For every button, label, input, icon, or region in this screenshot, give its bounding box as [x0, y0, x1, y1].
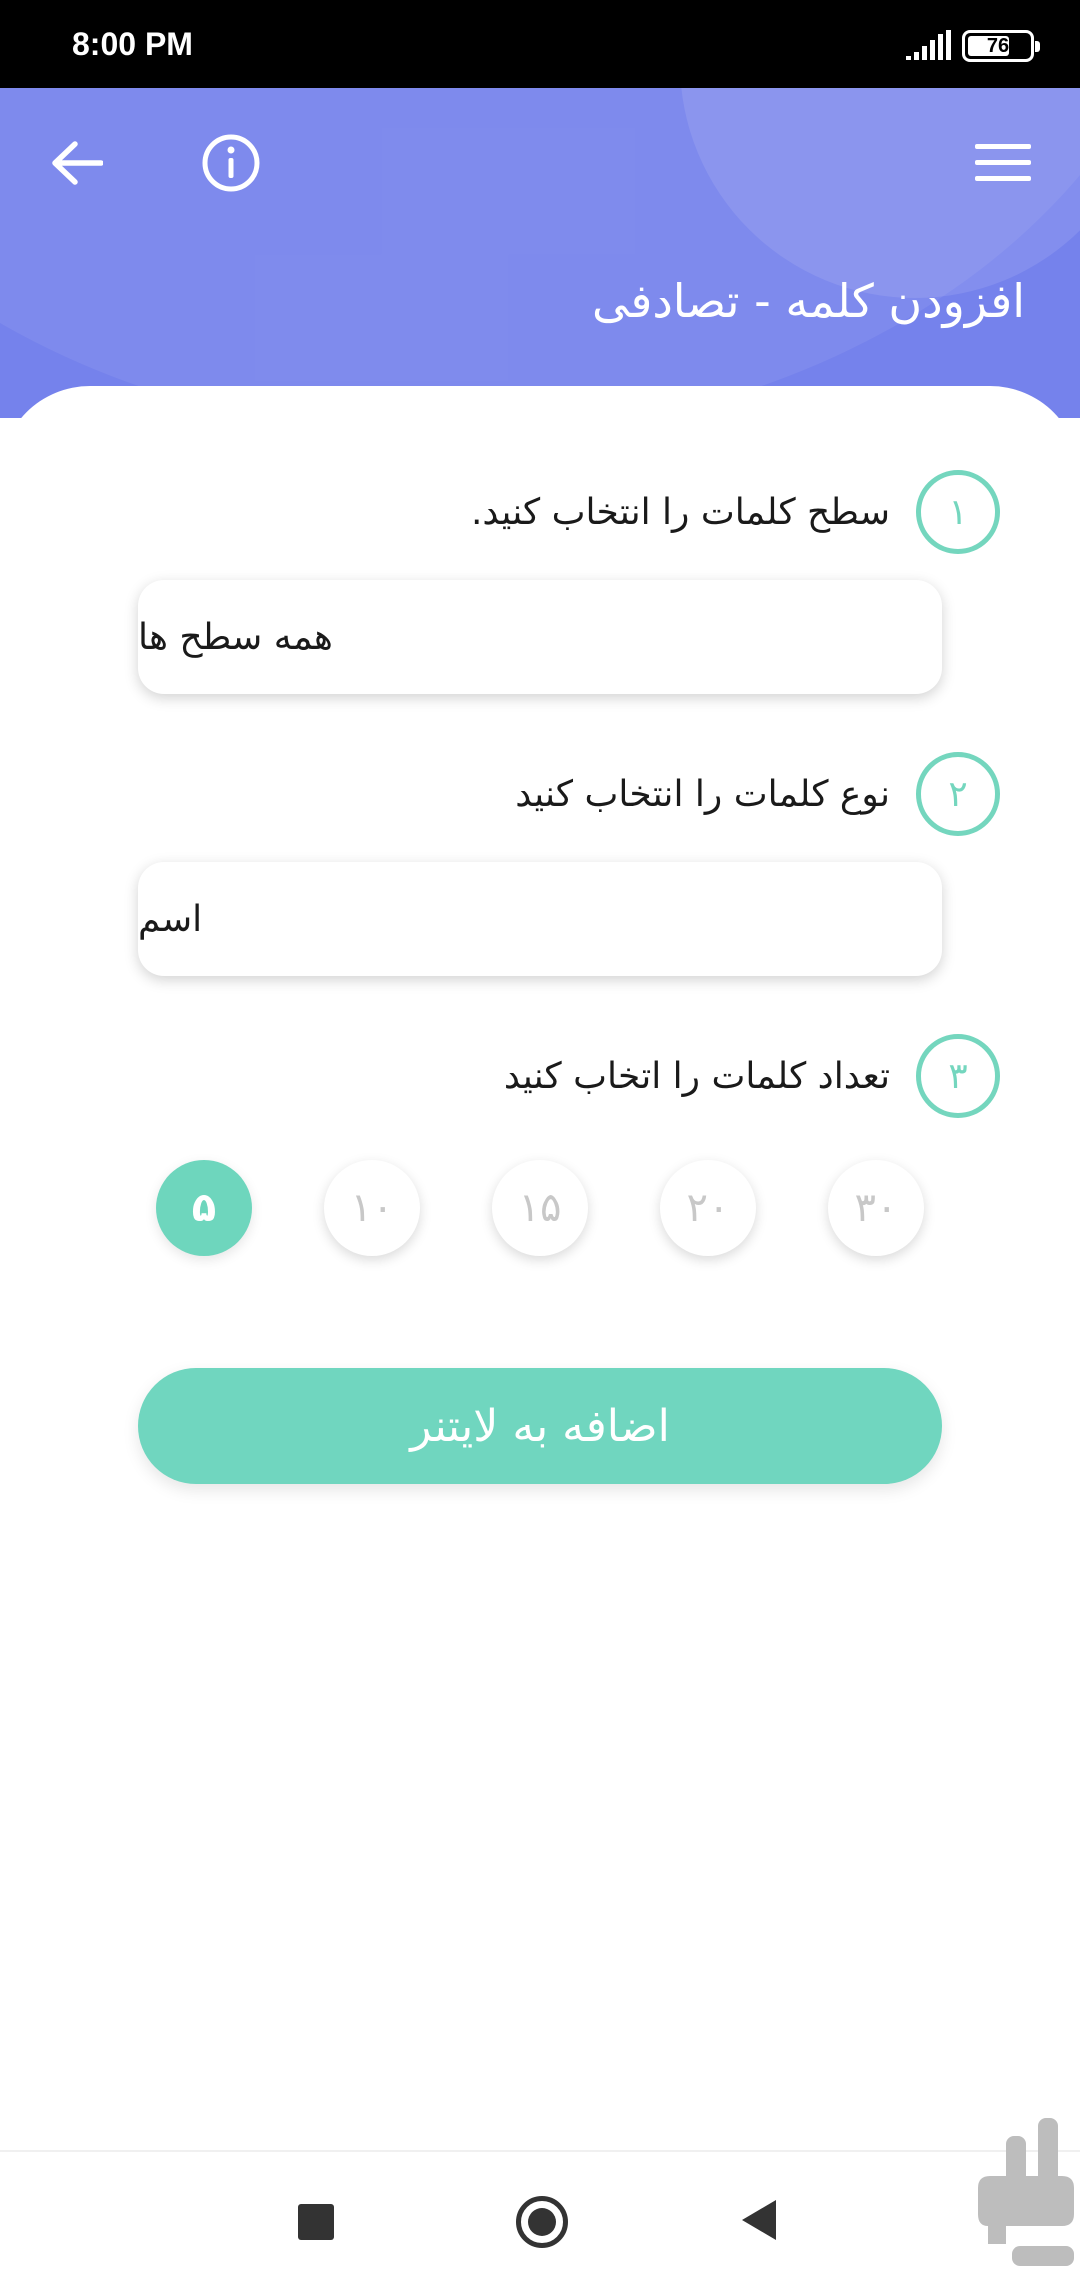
- step-2-number: ۲: [916, 752, 1000, 836]
- back-button[interactable]: [32, 118, 122, 208]
- battery-icon: 76: [962, 30, 1040, 62]
- word-type-select[interactable]: اسم: [138, 862, 942, 976]
- page-title: افزودن کلمه - تصادفی: [591, 274, 1025, 328]
- step-3-label: تعداد کلمات را اتخاب کنید: [503, 1055, 890, 1097]
- nav-back-icon[interactable]: [742, 2200, 776, 2240]
- step-1-row: ۱ سطح کلمات را انتخاب کنید.: [471, 470, 1000, 554]
- battery-level: 76: [986, 35, 1010, 57]
- signal-icon: [906, 30, 951, 60]
- step-1-label: سطح کلمات را انتخاب کنید.: [470, 491, 890, 533]
- system-nav-bar: [0, 2150, 1080, 2280]
- step-2-row: ۲ نوع کلمات را انتخاب کنید: [515, 752, 1000, 836]
- count-option-5[interactable]: ۵: [156, 1160, 252, 1256]
- count-option-15[interactable]: ۱۵: [492, 1160, 588, 1256]
- step-3-number: ۳: [916, 1034, 1000, 1118]
- store-logo-icon: [978, 2118, 1074, 2266]
- hamburger-menu-icon: [975, 144, 1031, 181]
- level-select[interactable]: همه سطح ها: [138, 580, 942, 694]
- info-icon: [202, 134, 260, 192]
- word-count-options: ۵ ۱۰ ۱۵ ۲۰ ۳۰: [0, 1160, 1080, 1256]
- count-option-30[interactable]: ۳۰: [828, 1160, 924, 1256]
- home-icon[interactable]: [516, 2196, 568, 2248]
- app-header: افزودن کلمه - تصادفی: [0, 88, 1080, 418]
- step-3-row: ۳ تعداد کلمات را اتخاب کنید: [504, 1034, 1000, 1118]
- status-bar: 8:00 PM 76: [0, 0, 1080, 88]
- step-1-number: ۱: [916, 470, 1000, 554]
- count-option-20[interactable]: ۲۰: [660, 1160, 756, 1256]
- step-2-label: نوع کلمات را انتخاب کنید: [515, 773, 890, 815]
- recents-icon[interactable]: [298, 2204, 334, 2240]
- back-arrow-icon: [52, 141, 103, 185]
- count-option-10[interactable]: ۱۰: [324, 1160, 420, 1256]
- menu-button[interactable]: [958, 118, 1048, 208]
- add-to-leitner-button[interactable]: اضافه به لایتنر: [138, 1368, 942, 1484]
- status-time: 8:00 PM: [72, 26, 193, 62]
- info-button[interactable]: [186, 118, 276, 208]
